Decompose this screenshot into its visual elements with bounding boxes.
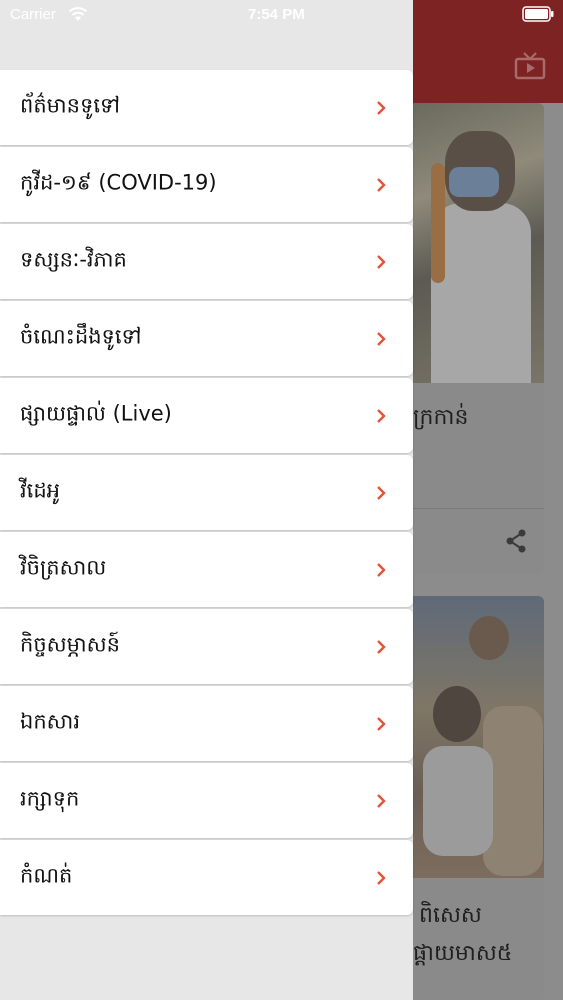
news-photo xyxy=(413,103,544,383)
news-photo xyxy=(413,596,544,878)
menu-item-label: វីដេអូ xyxy=(20,478,60,502)
chevron-right-icon xyxy=(377,100,386,115)
menu-item-label: ព័ត៌មានទូទៅ xyxy=(20,93,120,117)
side-drawer: ព័ត៌មានទូទៅ កូវីដ-១៩ (COVID-19) ទស្សនៈ-វ… xyxy=(0,0,413,1000)
carrier-label: Carrier xyxy=(10,6,56,23)
menu-item-label: កំណត់ xyxy=(20,863,73,887)
chevron-right-icon xyxy=(377,793,386,808)
divider xyxy=(413,508,544,509)
menu-item-interview[interactable]: កិច្ចសម្ភាសន៍ xyxy=(0,609,413,684)
menu-item-live[interactable]: ផ្សាយផ្ទាល់ (Live) xyxy=(0,378,413,453)
menu-item-label: រក្សាទុក xyxy=(20,786,80,810)
status-bar: Carrier 7:54 PM xyxy=(0,0,563,30)
chevron-right-icon xyxy=(377,870,386,885)
menu-item-opinion[interactable]: ទស្សនៈ-វិភាគ xyxy=(0,224,413,299)
clock: 7:54 PM xyxy=(248,6,305,23)
menu-item-covid19[interactable]: កូវីដ-១៩ (COVID-19) xyxy=(0,147,413,222)
news-card[interactable]: ពិសេស ផ្ដាយមាស៥ xyxy=(413,596,544,1000)
news-card-title: ពិសេស xyxy=(419,903,482,928)
menu-item-documents[interactable]: ឯកសារ xyxy=(0,686,413,761)
chevron-right-icon xyxy=(377,331,386,346)
menu-item-knowledge[interactable]: ចំណេះដឹងទូទៅ xyxy=(0,301,413,376)
news-card-title: ក្រកាន់ xyxy=(413,405,469,430)
menu-item-general-news[interactable]: ព័ត៌មានទូទៅ xyxy=(0,70,413,145)
menu-item-video[interactable]: វីដេអូ xyxy=(0,455,413,530)
chevron-right-icon xyxy=(377,177,386,192)
tv-icon[interactable] xyxy=(514,52,546,80)
menu-item-saved[interactable]: រក្សាទុក xyxy=(0,763,413,838)
menu-item-gallery[interactable]: វិចិត្រសាល xyxy=(0,532,413,607)
chevron-right-icon xyxy=(377,254,386,269)
news-card[interactable]: ក្រកាន់ xyxy=(413,103,544,575)
chevron-right-icon xyxy=(377,408,386,423)
menu-item-label: ផ្សាយផ្ទាល់ (Live) xyxy=(20,401,172,425)
battery-icon xyxy=(522,6,554,22)
menu-item-label: ទស្សនៈ-វិភាគ xyxy=(20,247,127,271)
wifi-icon xyxy=(68,7,88,21)
chevron-right-icon xyxy=(377,716,386,731)
chevron-right-icon xyxy=(377,562,386,577)
share-icon[interactable] xyxy=(505,529,527,553)
news-card-title: ផ្ដាយមាស៥ xyxy=(413,941,513,966)
menu-item-label: វិចិត្រសាល xyxy=(20,555,107,579)
chevron-right-icon xyxy=(377,639,386,654)
menu-item-label: ឯកសារ xyxy=(20,709,80,733)
menu-item-label: កូវីដ-១៩ (COVID-19) xyxy=(20,170,217,194)
menu-item-label: ចំណេះដឹងទូទៅ xyxy=(20,324,142,348)
menu-item-settings[interactable]: កំណត់ xyxy=(0,840,413,915)
chevron-right-icon xyxy=(377,485,386,500)
menu-item-label: កិច្ចសម្ភាសន៍ xyxy=(20,632,120,656)
